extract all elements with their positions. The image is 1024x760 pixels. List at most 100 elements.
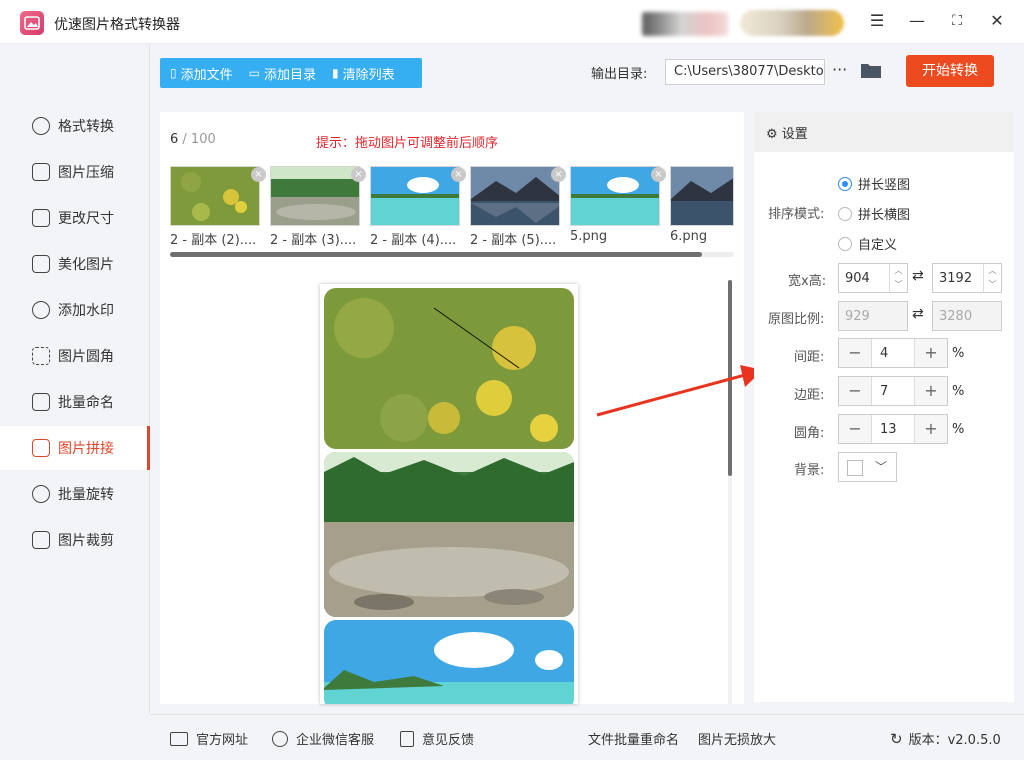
increment-icon[interactable]: + xyxy=(915,377,947,405)
decrement-icon[interactable]: − xyxy=(839,339,871,367)
thumbnail-caption: 2 - 副本 (5).... xyxy=(470,233,557,248)
spacing-value[interactable]: 4 xyxy=(871,339,915,367)
sidebar-item-rename[interactable]: 批量命名 xyxy=(0,380,150,424)
sort-option-label: 拼长竖图 xyxy=(858,178,911,193)
sidebar-item-label: 图片拼接 xyxy=(58,441,114,457)
version-label: 版本：v2.0.5.0 xyxy=(908,733,1001,748)
output-dir-input[interactable]: C:\Users\38077\Desktop xyxy=(665,59,825,85)
radius-value[interactable]: 13 xyxy=(871,415,915,443)
refresh-icon: ↻ xyxy=(890,729,903,748)
website-icon xyxy=(170,731,188,746)
add-folder-button[interactable]: ▭ 添加目录 xyxy=(239,58,322,88)
more-options-button[interactable]: ··· xyxy=(832,60,850,82)
remove-thumbnail-icon[interactable]: × xyxy=(451,167,466,182)
rounded-corner-icon xyxy=(32,347,50,365)
compress-icon xyxy=(32,163,50,181)
trash-icon: ▮ xyxy=(331,66,339,80)
thumbnail-item[interactable] xyxy=(570,166,660,226)
swap-size-icon[interactable]: ⇄ xyxy=(912,268,924,284)
menu-icon[interactable]: ☰ xyxy=(866,10,888,32)
height-value: 3192 xyxy=(939,271,973,286)
increment-icon[interactable]: + xyxy=(915,415,947,443)
crop-icon xyxy=(32,531,50,549)
thumbnail-item[interactable] xyxy=(470,166,560,226)
thumbnail-item[interactable] xyxy=(270,166,360,226)
remove-thumbnail-icon[interactable]: × xyxy=(351,167,366,182)
thumbnail-item[interactable] xyxy=(370,166,460,226)
batch-rename-link[interactable]: 文件批量重命名 xyxy=(588,729,679,748)
decrement-icon[interactable]: − xyxy=(839,415,871,443)
sidebar-item-resize[interactable]: 更改尺寸 xyxy=(0,196,150,240)
thumbnail-caption: 5.png xyxy=(570,229,608,244)
official-site-link[interactable]: 官方网址 xyxy=(170,729,248,748)
open-folder-icon[interactable] xyxy=(860,62,882,79)
radio-icon xyxy=(838,236,852,251)
preview-scrollbar[interactable] xyxy=(728,280,732,704)
radius-stepper[interactable]: −13 + xyxy=(838,414,948,444)
margin-stepper[interactable]: −7 + xyxy=(838,376,948,406)
sidebar-item-watermark[interactable]: 添加水印 xyxy=(0,288,150,332)
thumbnail-caption: 2 - 副本 (4).... xyxy=(370,233,457,248)
preview-image-beach xyxy=(324,620,574,704)
count-value: 6 xyxy=(170,132,179,147)
ratio-height-input: 3280 xyxy=(932,301,1002,331)
settings-panel: ⚙ 设置 排序模式: 拼长竖图 拼长横图 自定义 宽x高: 904 ︿ ﹀ ⇄ 31… xyxy=(754,112,1014,702)
thumbnail-item[interactable] xyxy=(170,166,260,226)
count-total: / 100 xyxy=(182,132,216,147)
file-toolbar: ▯ 添加文件 ▭ 添加目录 ▮ 清除列表 xyxy=(160,58,422,88)
wechat-support-link[interactable]: 企业微信客服 xyxy=(272,729,374,748)
rotate-icon xyxy=(32,485,50,503)
close-icon[interactable]: ✕ xyxy=(986,10,1008,32)
sidebar-item-beautify[interactable]: 美化图片 xyxy=(0,242,150,286)
sidebar-item-stitch[interactable]: 图片拼接 xyxy=(0,426,150,470)
height-spinner[interactable]: ︿ ﹀ xyxy=(983,264,1001,292)
remove-thumbnail-icon[interactable]: × xyxy=(551,167,566,182)
sort-option-custom[interactable]: 自定义 xyxy=(838,234,897,253)
annotation-arrow xyxy=(596,365,763,417)
background-label: 背景: xyxy=(794,463,825,478)
account-badge-blurred[interactable] xyxy=(740,10,844,36)
user-avatar-blurred[interactable] xyxy=(642,12,728,36)
sidebar-item-label: 更改尺寸 xyxy=(58,211,114,227)
add-file-button[interactable]: ▯ 添加文件 xyxy=(160,58,239,88)
thumbnail-scrollbar[interactable] xyxy=(170,252,734,257)
sidebar-item-rounded-corner[interactable]: 图片圆角 xyxy=(0,334,150,378)
radius-label: 圆角: xyxy=(794,426,825,441)
percent-unit: % xyxy=(952,422,965,437)
sidebar-item-compress[interactable]: 图片压缩 xyxy=(0,150,150,194)
thumbnail-item[interactable] xyxy=(670,166,734,226)
margin-value[interactable]: 7 xyxy=(871,377,915,405)
remove-thumbnail-icon[interactable]: × xyxy=(651,167,666,182)
margin-label: 边距: xyxy=(794,388,825,403)
app-title: 优速图片格式转换器 xyxy=(54,17,180,33)
spacing-stepper[interactable]: −4 + xyxy=(838,338,948,368)
background-color-picker[interactable]: ﹀ xyxy=(838,452,897,482)
height-input[interactable]: 3192 ︿ ﹀ xyxy=(932,263,1002,293)
gear-icon: ⚙ xyxy=(766,127,778,142)
version-info[interactable]: ↻ 版本：v2.0.5.0 xyxy=(890,729,1001,749)
start-convert-button[interactable]: 开始转换 xyxy=(906,55,994,87)
footer-label: 图片无损放大 xyxy=(698,733,777,748)
decrement-icon[interactable]: − xyxy=(839,377,871,405)
lossless-upscale-link[interactable]: 图片无损放大 xyxy=(698,729,776,748)
sort-option-vertical[interactable]: 拼长竖图 xyxy=(838,174,910,193)
footer-label: 官方网址 xyxy=(196,733,249,748)
sidebar: 格式转换 图片压缩 更改尺寸 美化图片 添加水印 图片圆角 批量命名 图片拼接 … xyxy=(0,44,150,714)
maximize-icon[interactable]: ⛶ xyxy=(946,10,968,32)
sidebar-item-crop[interactable]: 图片裁剪 xyxy=(0,518,150,562)
spacing-label: 间距: xyxy=(794,350,825,365)
feedback-link[interactable]: 意见反馈 xyxy=(400,729,474,748)
sort-option-horizontal[interactable]: 拼长横图 xyxy=(838,204,910,223)
clear-list-button[interactable]: ▮ 清除列表 xyxy=(322,58,401,88)
scrollbar-thumb[interactable] xyxy=(170,252,702,257)
sidebar-item-format-convert[interactable]: 格式转换 xyxy=(0,104,150,148)
minimize-icon[interactable]: — xyxy=(906,10,928,32)
sidebar-item-rotate[interactable]: 批量旋转 xyxy=(0,472,150,516)
width-input[interactable]: 904 ︿ ﹀ xyxy=(838,263,908,293)
increment-icon[interactable]: + xyxy=(915,339,947,367)
width-spinner[interactable]: ︿ ﹀ xyxy=(889,264,907,292)
feedback-icon xyxy=(400,730,414,747)
preview-image-river xyxy=(324,452,574,617)
remove-thumbnail-icon[interactable]: × xyxy=(251,167,266,182)
sidebar-item-label: 批量命名 xyxy=(58,395,114,411)
